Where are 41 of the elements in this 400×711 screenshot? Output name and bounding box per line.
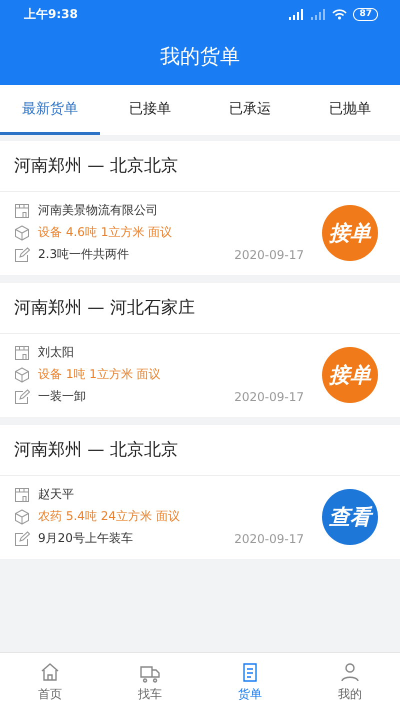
- order-date: 2020-09-17: [234, 248, 304, 262]
- shipper-name: 刘太阳: [38, 344, 74, 361]
- order-note: 2.3吨一件共两件: [38, 246, 130, 263]
- cargo-info: 设备 1吨 1立方米 面议: [38, 366, 161, 383]
- route-title: 河南郑州 — 北京北京: [0, 141, 400, 192]
- route-title: 河南郑州 — 河北石家庄: [0, 283, 400, 334]
- box-icon: [14, 366, 30, 382]
- edit-icon: [14, 388, 30, 404]
- store-icon: [14, 344, 30, 360]
- nav-tab[interactable]: 我的: [300, 653, 400, 711]
- order-note: 9月20号上午装车: [38, 530, 133, 547]
- shipper-name: 河南美景物流有限公司: [38, 202, 158, 219]
- shipper-name: 赵天平: [38, 486, 74, 503]
- tab[interactable]: 已抛单: [300, 85, 400, 135]
- battery-level: 87: [353, 8, 378, 20]
- person-icon: [339, 661, 361, 683]
- action-button[interactable]: 查看: [322, 488, 378, 544]
- edit-icon: [14, 530, 30, 546]
- page-title: 我的货单: [159, 43, 241, 70]
- signal-icon: [310, 8, 326, 20]
- tab[interactable]: 最新货单: [0, 85, 100, 135]
- nav-tab[interactable]: 货单: [200, 653, 300, 711]
- order-date: 2020-09-17: [234, 532, 304, 546]
- wifi-icon: [332, 8, 348, 20]
- store-icon: [14, 486, 30, 502]
- tab[interactable]: 已接单: [100, 85, 200, 135]
- signal-icon: [288, 8, 304, 20]
- home-icon: [39, 661, 61, 683]
- cargo-info: 设备 4.6吨 1立方米 面议: [38, 224, 172, 241]
- status-time: 上午9:38: [24, 6, 78, 22]
- order-date: 2020-09-17: [234, 390, 304, 404]
- route-title: 河南郑州 — 北京北京: [0, 425, 400, 476]
- nav-tab[interactable]: 找车: [100, 653, 200, 711]
- edit-icon: [14, 246, 30, 262]
- box-icon: [14, 508, 30, 524]
- nav-tab[interactable]: 首页: [0, 653, 100, 711]
- tab[interactable]: 已承运: [200, 85, 300, 135]
- box-icon: [14, 224, 30, 240]
- store-icon: [14, 202, 30, 218]
- order-note: 一装一卸: [38, 388, 86, 405]
- cargo-info: 农药 5.4吨 24立方米 面议: [38, 508, 180, 525]
